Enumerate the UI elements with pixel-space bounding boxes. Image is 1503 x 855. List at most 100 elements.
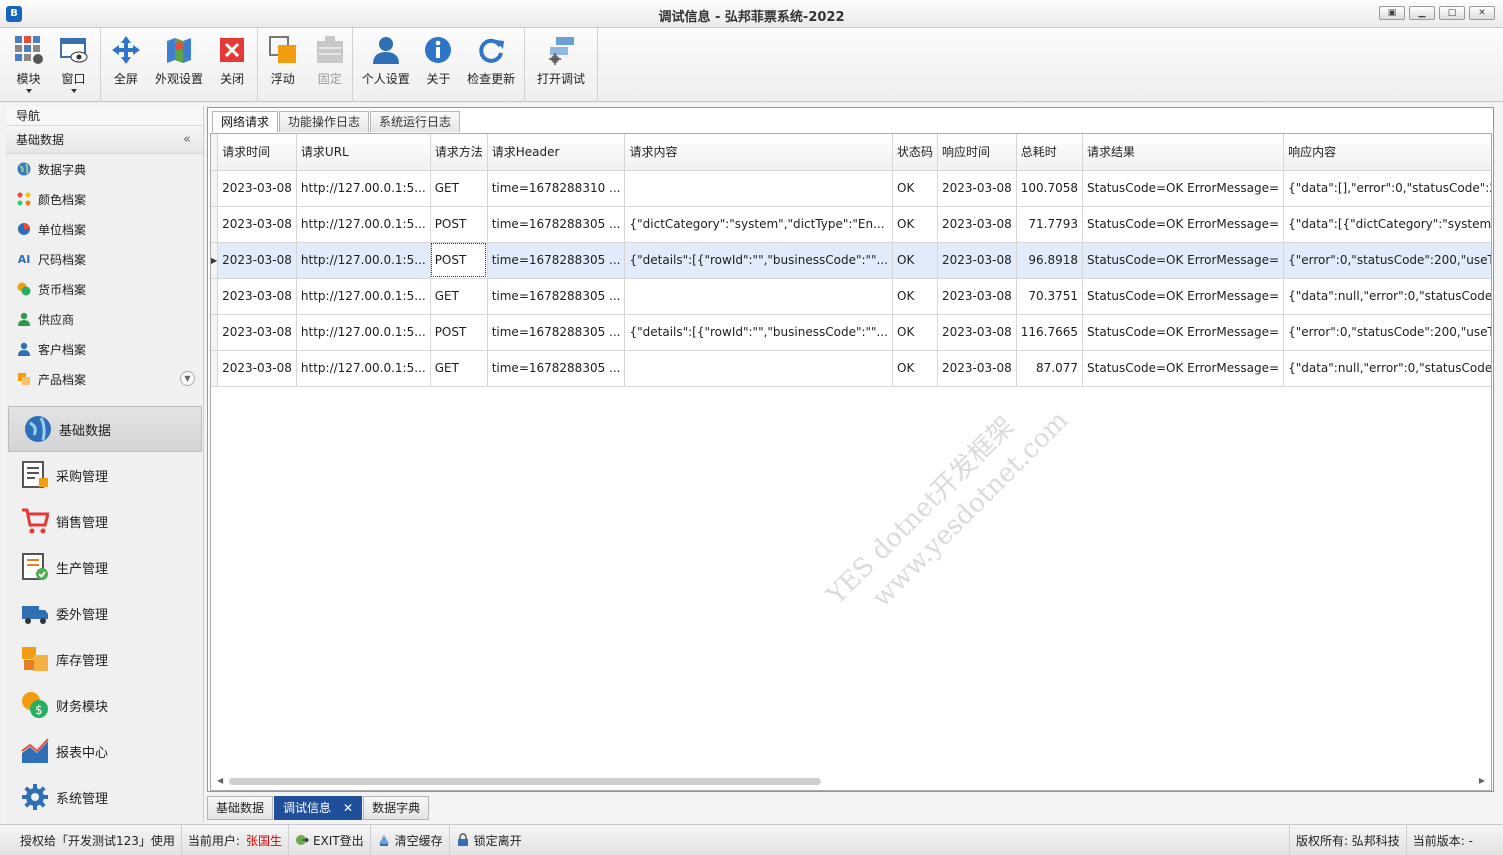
table-cell[interactable]: 2023-03-08 [937, 350, 1017, 387]
row-indicator[interactable] [211, 206, 219, 243]
table-cell[interactable]: {"details":[{"rowId":"","businessCode":"… [624, 314, 893, 351]
table-cell[interactable]: {"data":[],"error":0,"statusCode":200,"u… [1283, 170, 1491, 207]
table-cell[interactable]: http://127.00.0.1:5... [296, 350, 431, 387]
table-cell[interactable]: 2023-03-08 [217, 278, 297, 315]
check-update-button[interactable]: 检查更新 [458, 28, 524, 102]
nav-item-customer-profile[interactable]: 客户档案 [6, 334, 203, 364]
restore-layout-button[interactable]: ▣ [1379, 6, 1405, 20]
table-cell[interactable]: OK [892, 242, 939, 279]
column-header[interactable]: 总耗时 [1016, 134, 1084, 171]
table-cell[interactable]: OK [892, 314, 939, 351]
nav-item-data-dictionary[interactable]: 数据字典 [6, 154, 203, 184]
module-system[interactable]: 系统管理 [6, 774, 204, 820]
scroll-left-icon[interactable]: ◀ [217, 776, 223, 785]
table-row[interactable]: 2023-03-08 http://127.00.0.1:5... GET time=… [211, 350, 1491, 387]
table-cell[interactable]: 116.7665 [1016, 314, 1084, 351]
fullscreen-button[interactable]: 全屏 [101, 28, 151, 102]
column-header[interactable]: 响应内容 [1283, 134, 1491, 171]
nav-item-currency-profile[interactable]: 货币档案 [6, 274, 203, 304]
table-cell[interactable]: GET [430, 278, 488, 315]
table-cell[interactable]: 2023-03-08 [937, 278, 1017, 315]
table-cell[interactable]: 2023-03-08 [217, 350, 297, 387]
row-indicator[interactable] [211, 350, 219, 387]
table-cell[interactable]: time=1678288305 ... [487, 206, 626, 243]
table-cell[interactable]: OK [892, 206, 939, 243]
column-header[interactable]: 状态码 [892, 134, 939, 171]
appearance-settings-button[interactable]: 外观设置 [151, 28, 208, 102]
scrollbar-thumb[interactable] [229, 778, 821, 785]
table-cell[interactable]: 2023-03-08 [937, 314, 1017, 351]
table-cell[interactable] [624, 278, 893, 315]
window-button[interactable]: 窗口 [51, 28, 96, 102]
table-cell[interactable]: time=1678288305 ... [487, 278, 626, 315]
table-cell[interactable]: 2023-03-08 [937, 242, 1017, 279]
collapse-chevron-icon[interactable]: « [183, 126, 191, 154]
maximize-button[interactable]: □ [1439, 6, 1465, 20]
row-indicator[interactable]: ▶ [211, 242, 219, 279]
table-cell[interactable] [624, 170, 893, 207]
doctab-data-dictionary[interactable]: 数据字典 [363, 796, 430, 820]
open-debug-button[interactable]: 打开调试 [525, 28, 597, 102]
table-cell[interactable]: time=1678288305 ... [487, 314, 626, 351]
doctab-basic-data[interactable]: 基础数据 [207, 796, 274, 820]
nav-group-title[interactable]: 基础数据 « [6, 126, 203, 154]
table-cell[interactable]: time=1678288305 ... [487, 350, 626, 387]
row-indicator[interactable] [211, 278, 219, 315]
table-cell[interactable]: http://127.00.0.1:5... [296, 206, 431, 243]
module-sales[interactable]: 销售管理 [6, 498, 204, 544]
table-cell[interactable]: 2023-03-08 [217, 206, 297, 243]
clear-cache-button[interactable]: 清空缓存 [371, 824, 450, 855]
module-purchase[interactable]: 采购管理 [6, 452, 204, 498]
nav-item-unit-profile[interactable]: 单位档案 [6, 214, 203, 244]
table-cell[interactable]: 71.7793 [1016, 206, 1084, 243]
table-cell[interactable]: POST [430, 314, 488, 351]
nav-item-product-profile[interactable]: 产品档案 ▼ [6, 364, 203, 394]
table-cell[interactable]: StatusCode=OK ErrorMessage= [1082, 242, 1285, 279]
table-cell[interactable]: {"dictCategory":"system","dictType":"En.… [624, 206, 893, 243]
table-cell[interactable]: GET [430, 170, 488, 207]
nav-item-supplier[interactable]: 供应商 [6, 304, 203, 334]
close-window-button[interactable]: ✕ [1469, 6, 1495, 20]
float-button[interactable]: 浮动 [258, 28, 307, 102]
column-header[interactable]: 请求方法 [430, 134, 488, 171]
table-row[interactable]: 2023-03-08 http://127.00.0.1:5... GET time=… [211, 170, 1491, 207]
table-cell[interactable]: http://127.00.0.1:5... [296, 314, 431, 351]
tab-system-logs[interactable]: 系统运行日志 [370, 111, 461, 132]
tab-network-requests[interactable]: 网络请求 [212, 111, 279, 132]
table-cell[interactable]: GET [430, 350, 488, 387]
column-header[interactable]: 请求内容 [624, 134, 893, 171]
table-cell[interactable]: OK [892, 350, 939, 387]
minimize-button[interactable]: ▁ [1409, 6, 1435, 20]
table-cell[interactable]: {"error":0,"statusCode":200,"useTime":0,… [1283, 242, 1491, 279]
about-button[interactable]: 关于 [419, 28, 459, 102]
table-cell[interactable]: {"details":[{"rowId":"","businessCode":"… [624, 242, 893, 279]
column-header[interactable]: 请求时间 [217, 134, 297, 171]
table-cell[interactable]: time=1678288305 ... [487, 242, 626, 279]
table-cell[interactable]: 100.7058 [1016, 170, 1084, 207]
module-inventory[interactable]: 库存管理 [6, 636, 204, 682]
table-cell[interactable]: time=1678288310 ... [487, 170, 626, 207]
table-cell[interactable]: POST [430, 242, 488, 279]
tab-function-logs[interactable]: 功能操作日志 [279, 111, 370, 132]
table-cell[interactable]: 2023-03-08 [217, 170, 297, 207]
table-row[interactable]: 2023-03-08 http://127.00.0.1:5... POST time… [211, 206, 1491, 243]
table-cell[interactable]: StatusCode=OK ErrorMessage= [1082, 314, 1285, 351]
table-row[interactable]: ▶ 2023-03-08 http://127.00.0.1:5... POST tim… [211, 242, 1491, 279]
table-cell[interactable]: http://127.00.0.1:5... [296, 278, 431, 315]
module-button[interactable]: 模块 [6, 28, 51, 102]
module-finance[interactable]: $ 财务模块 [6, 682, 204, 728]
module-report-center[interactable]: 报表中心 [6, 728, 204, 774]
row-indicator[interactable] [211, 314, 219, 351]
user-settings-button[interactable]: 个人设置 [353, 28, 419, 102]
close-button[interactable]: 关闭 [207, 28, 257, 102]
table-cell[interactable]: {"data":null,"error":0,"statusCode":200,… [1283, 278, 1491, 315]
table-cell[interactable]: 96.8918 [1016, 242, 1084, 279]
table-cell[interactable]: http://127.00.0.1:5... [296, 170, 431, 207]
doctab-debug-info[interactable]: 调试信息 ✕ [274, 796, 363, 820]
column-header[interactable]: 请求Header [487, 134, 626, 171]
table-cell[interactable]: StatusCode=OK ErrorMessage= [1082, 170, 1285, 207]
column-header[interactable]: 请求结果 [1082, 134, 1285, 171]
table-cell[interactable]: 2023-03-08 [217, 314, 297, 351]
horizontal-scrollbar[interactable]: ◀ ▶ [215, 776, 1487, 786]
table-cell[interactable]: 70.3751 [1016, 278, 1084, 315]
